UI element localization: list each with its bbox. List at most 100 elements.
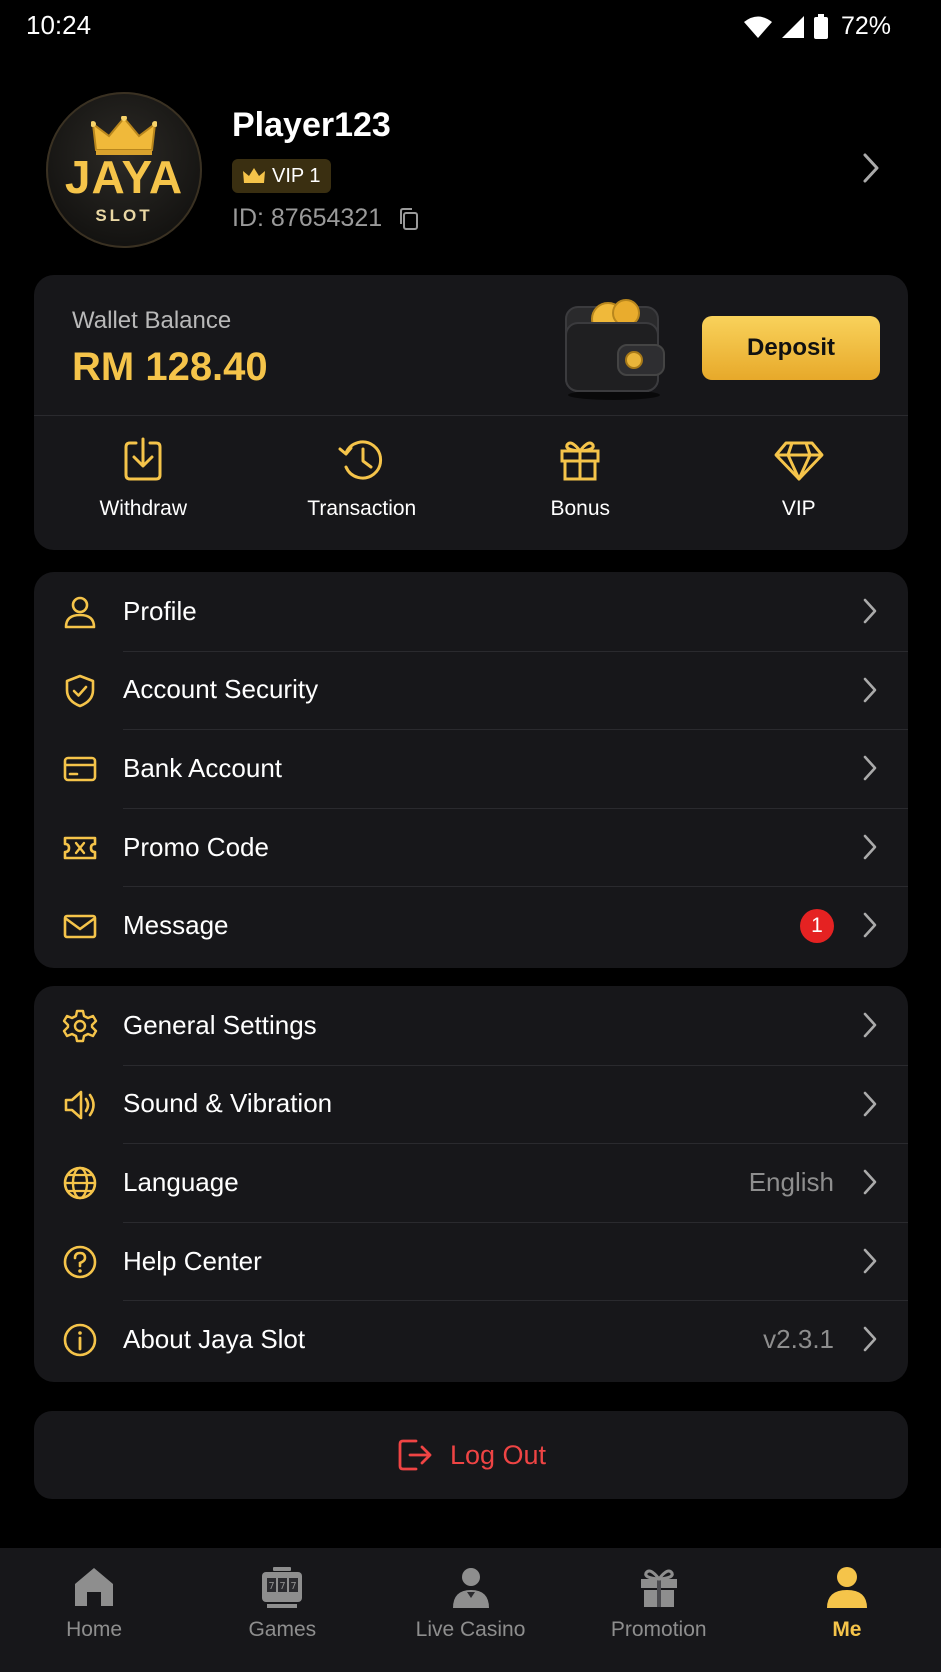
menu-item-bank-account[interactable]: Bank Account xyxy=(34,729,908,808)
vip-label: VIP xyxy=(781,497,816,520)
menu-item-label: Bank Account xyxy=(123,752,282,783)
chevron-right-icon[interactable] xyxy=(861,152,881,184)
vip-level: VIP 1 xyxy=(272,164,321,187)
menu-item-about[interactable]: About Jaya Slot v2.3.1 xyxy=(34,1300,908,1379)
bottom-nav: Home 777 Games Live Casino Promotion Me xyxy=(0,1548,941,1672)
question-icon xyxy=(62,1244,98,1280)
profile-header[interactable]: JAYA SLOT Player123 VIP 1 ID: 87654321 xyxy=(0,90,941,250)
logo-subtitle: SLOT xyxy=(95,206,153,225)
history-icon xyxy=(337,435,387,485)
menu-item-help-center[interactable]: Help Center xyxy=(34,1221,908,1301)
nav-label: Live Casino xyxy=(415,1618,526,1641)
menu-item-label: Profile xyxy=(123,595,197,626)
gift-icon xyxy=(555,435,605,485)
menu-item-label: About Jaya Slot xyxy=(123,1324,306,1355)
menu-item-account-security[interactable]: Account Security xyxy=(34,650,908,730)
chevron-right-icon xyxy=(862,833,878,861)
ticket-icon xyxy=(62,830,98,866)
info-icon xyxy=(62,1322,98,1358)
nav-games[interactable]: 777 Games xyxy=(188,1548,376,1672)
bonus-button[interactable]: Bonus xyxy=(471,425,690,540)
nav-label: Me xyxy=(832,1618,862,1641)
battery-icon xyxy=(813,13,829,40)
nav-me[interactable]: Me xyxy=(753,1548,941,1672)
chevron-right-icon xyxy=(862,1325,878,1353)
withdraw-icon xyxy=(118,435,168,485)
card-icon xyxy=(62,751,98,787)
deposit-button[interactable]: Deposit xyxy=(702,316,880,380)
withdraw-label: Withdraw xyxy=(99,497,188,520)
slot-machine-icon: 777 xyxy=(259,1564,305,1610)
svg-text:7: 7 xyxy=(269,1581,275,1592)
player-name: Player123 xyxy=(232,106,391,144)
gear-icon xyxy=(62,1008,98,1044)
mail-icon xyxy=(62,908,98,944)
transaction-button[interactable]: Transaction xyxy=(253,425,472,540)
diamond-icon xyxy=(772,435,826,485)
menu-item-promo-code[interactable]: Promo Code xyxy=(34,807,908,887)
wallet-label: Wallet Balance xyxy=(72,307,232,334)
wallet-divider xyxy=(34,415,908,416)
version-value: v2.3.1 xyxy=(763,1324,834,1355)
globe-icon xyxy=(62,1165,98,1201)
player-id: ID: 87654321 xyxy=(232,204,420,233)
menu-item-sound-vibration[interactable]: Sound & Vibration xyxy=(34,1064,908,1144)
menu-item-label: Message xyxy=(123,910,229,941)
withdraw-button[interactable]: Withdraw xyxy=(34,425,253,540)
shield-icon xyxy=(62,673,98,709)
language-value: English xyxy=(748,1166,834,1197)
user-icon xyxy=(62,594,98,630)
quick-actions: Withdraw Transaction Bonus VIP xyxy=(34,425,908,540)
status-bar: 10:24 72% xyxy=(0,0,941,56)
menu-item-label: Sound & Vibration xyxy=(123,1088,333,1119)
home-icon xyxy=(71,1564,117,1610)
chevron-right-icon xyxy=(862,754,878,782)
crown-icon xyxy=(242,167,266,185)
player-id-text: ID: 87654321 xyxy=(232,204,383,232)
menu-item-label: Help Center xyxy=(123,1245,262,1276)
nav-promotion[interactable]: Promotion xyxy=(565,1548,753,1672)
chevron-right-icon xyxy=(862,676,878,704)
menu-item-message[interactable]: Message 1 xyxy=(34,886,908,965)
settings-menu: General Settings Sound & Vibration Langu… xyxy=(34,986,908,1382)
menu-item-profile[interactable]: Profile xyxy=(34,572,908,651)
vip-button[interactable]: VIP xyxy=(690,425,909,540)
battery-percentage: 72% xyxy=(840,12,891,40)
signal-icon xyxy=(781,15,805,39)
transaction-label: Transaction xyxy=(307,497,417,520)
dealer-icon xyxy=(448,1564,494,1610)
bonus-label: Bonus xyxy=(550,497,611,520)
status-time: 10:24 xyxy=(26,10,92,40)
nav-label: Promotion xyxy=(610,1618,707,1641)
menu-item-label: General Settings xyxy=(123,1009,317,1040)
account-menu: Profile Account Security Bank Account Pr… xyxy=(34,572,908,968)
vip-badge: VIP 1 xyxy=(232,159,331,193)
logout-label: Log Out xyxy=(449,1439,547,1470)
chevron-right-icon xyxy=(862,1247,878,1275)
avatar[interactable]: JAYA SLOT xyxy=(46,92,202,248)
chevron-right-icon xyxy=(862,1011,878,1039)
menu-item-label: Account Security xyxy=(123,674,319,705)
wifi-icon xyxy=(743,15,773,39)
crown-icon xyxy=(91,116,157,156)
chevron-right-icon xyxy=(862,597,878,625)
nav-home[interactable]: Home xyxy=(0,1548,188,1672)
svg-text:7: 7 xyxy=(291,1581,297,1592)
menu-item-label: Promo Code xyxy=(123,831,269,862)
logo-title: JAYA xyxy=(64,151,184,203)
nav-label: Home xyxy=(66,1618,123,1641)
menu-item-language[interactable]: Language English xyxy=(34,1143,908,1222)
wallet-balance: RM 128.40 xyxy=(72,345,268,389)
menu-item-label: Language xyxy=(123,1166,239,1197)
chevron-right-icon xyxy=(862,1168,878,1196)
logout-button[interactable]: Log Out xyxy=(34,1411,908,1499)
copy-icon[interactable] xyxy=(398,207,420,231)
chevron-right-icon xyxy=(862,1090,878,1118)
svg-text:7: 7 xyxy=(280,1581,286,1592)
menu-item-general-settings[interactable]: General Settings xyxy=(34,986,908,1065)
notification-badge: 1 xyxy=(800,908,834,943)
logout-icon xyxy=(396,1436,434,1474)
nav-live-casino[interactable]: Live Casino xyxy=(376,1548,564,1672)
speaker-icon xyxy=(62,1087,98,1123)
person-icon xyxy=(824,1564,870,1610)
